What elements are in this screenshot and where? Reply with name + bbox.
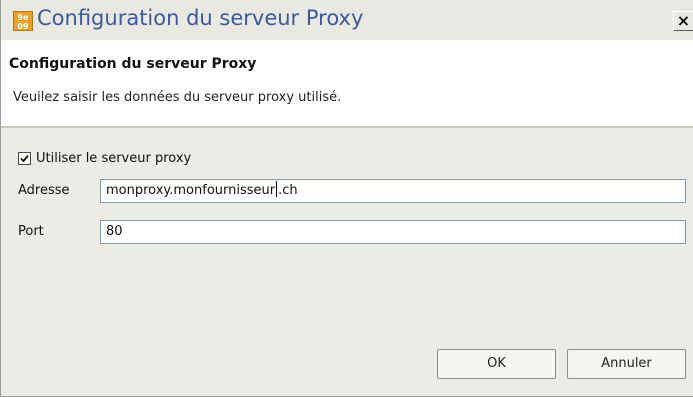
- close-button[interactable]: ×: [673, 11, 693, 31]
- header-description: Veuilez saisir les données du serveur pr…: [13, 90, 342, 105]
- address-input[interactable]: monproxy.monfournisseur .ch: [100, 179, 686, 203]
- use-proxy-checkbox[interactable]: [18, 151, 31, 165]
- address-value-end: .ch: [278, 183, 298, 198]
- title-bar[interactable]: 9e 09 Configuration du serveur Proxy ×: [1, 0, 693, 40]
- dialog-header: Configuration du serveur Proxy Veuilez s…: [1, 40, 693, 126]
- address-value: monproxy.monfournisseur: [106, 183, 276, 198]
- close-icon: ×: [676, 11, 691, 30]
- header-title: Configuration du serveur Proxy: [9, 56, 257, 72]
- port-value: 80: [106, 224, 123, 239]
- port-label: Port: [18, 224, 44, 239]
- address-label: Adresse: [18, 183, 70, 198]
- dialog-content: Utiliser le serveur proxy Adresse monpro…: [1, 128, 693, 396]
- port-input[interactable]: 80: [100, 220, 686, 244]
- proxy-config-dialog: 9e 09 Configuration du serveur Proxy × Co…: [0, 0, 693, 397]
- use-proxy-option[interactable]: Utiliser le serveur proxy: [18, 150, 191, 166]
- use-proxy-label[interactable]: Utiliser le serveur proxy: [36, 151, 191, 166]
- window-title: Configuration du serveur Proxy: [37, 6, 364, 30]
- cancel-button[interactable]: Annuler: [567, 349, 686, 379]
- checkmark-icon: [20, 154, 29, 162]
- text-caret: [276, 181, 278, 197]
- app-icon: 9e 09: [13, 11, 33, 31]
- ok-button[interactable]: OK: [437, 349, 556, 379]
